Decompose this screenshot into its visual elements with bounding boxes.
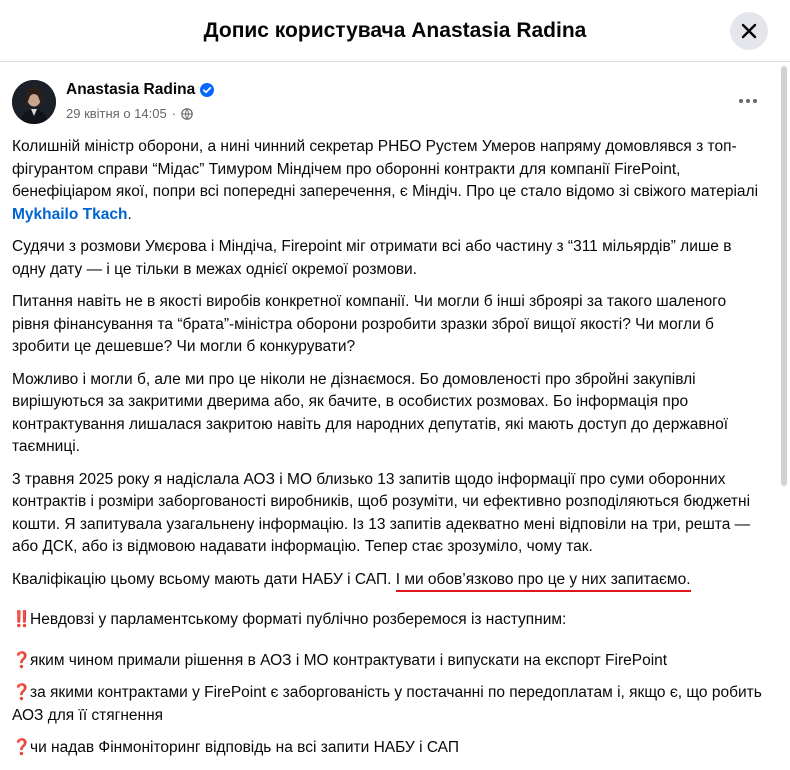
- post-content: Колишній міністр оборони, а нині чинний …: [12, 136, 764, 770]
- mention-link[interactable]: Mykhailo Tkach: [12, 206, 127, 223]
- more-options-button[interactable]: [734, 87, 762, 115]
- paragraph-1: Колишній міністр оборони, а нині чинний …: [12, 136, 764, 226]
- list-item: ❓чи надав Фінмоніторинг відповідь на всі…: [12, 737, 764, 760]
- list-item-text: за якими контрактами у FirePoint є забор…: [12, 684, 762, 724]
- meta-separator: ·: [171, 106, 177, 121]
- paragraph-6-text: Кваліфікацію цьому всьому мають дати НАБ…: [12, 570, 396, 588]
- underlined-sentence: І ми обов’язково про це у них запитаємо.: [395, 570, 691, 592]
- avatar[interactable]: [12, 80, 56, 124]
- close-icon: [741, 23, 757, 39]
- list-item: ❓яким чином примали рішення в АОЗ і МО к…: [12, 650, 764, 673]
- post-header: Anastasia Radina 29 квітня о 14:05 ·: [12, 79, 778, 129]
- more-options-icon: [739, 99, 757, 103]
- paragraph-2: Судячи з розмови Умєрова і Міндіча, Fire…: [12, 238, 732, 278]
- close-button[interactable]: [730, 12, 768, 50]
- paragraph-4: Можливо і могли б, але ми про це ніколи …: [12, 370, 729, 456]
- list-intro-text: Невдовзі у парламентському форматі публі…: [30, 611, 567, 628]
- post-date[interactable]: 29 квітня о 14:05: [66, 106, 167, 121]
- post-meta: 29 квітня о 14:05 ·: [66, 106, 193, 121]
- dialog-title: Допис користувача Anastasia Radina: [203, 18, 587, 42]
- question-icon: ❓: [12, 684, 32, 701]
- paragraph-1-text: Колишній міністр оборони, а нині чинний …: [12, 138, 759, 200]
- scrollbar-thumb[interactable]: [781, 66, 787, 486]
- paragraph-5: 3 травня 2025 року я надіслала АОЗ і МО …: [12, 470, 751, 556]
- paragraph-1-end: .: [127, 205, 132, 223]
- paragraph-6: Кваліфікацію цьому всьому мають дати НАБ…: [12, 569, 764, 592]
- list-item-text: чи надав Фінмоніторинг відповідь на всі …: [30, 739, 459, 756]
- dialog-header: Допис користувача Anastasia Radina: [0, 0, 790, 62]
- double-exclamation-icon: ‼️: [12, 611, 32, 628]
- question-icon: ❓: [12, 739, 32, 756]
- avatar-image: [12, 80, 56, 124]
- author-line: Anastasia Radina: [66, 81, 215, 99]
- question-icon: ❓: [12, 651, 32, 669]
- paragraph-3: Питання навіть не в якості виробів конкр…: [12, 293, 727, 355]
- author-name[interactable]: Anastasia Radina: [66, 81, 195, 99]
- list-item-text: яким чином примали рішення в АОЗ і МО ко…: [30, 651, 668, 669]
- list-intro: ‼️Невдовзі у парламентському форматі пуб…: [12, 609, 764, 632]
- list-item: ❓за якими контрактами у FirePoint є забо…: [12, 682, 764, 727]
- verified-badge-icon: [200, 83, 215, 97]
- globe-icon: [181, 107, 193, 120]
